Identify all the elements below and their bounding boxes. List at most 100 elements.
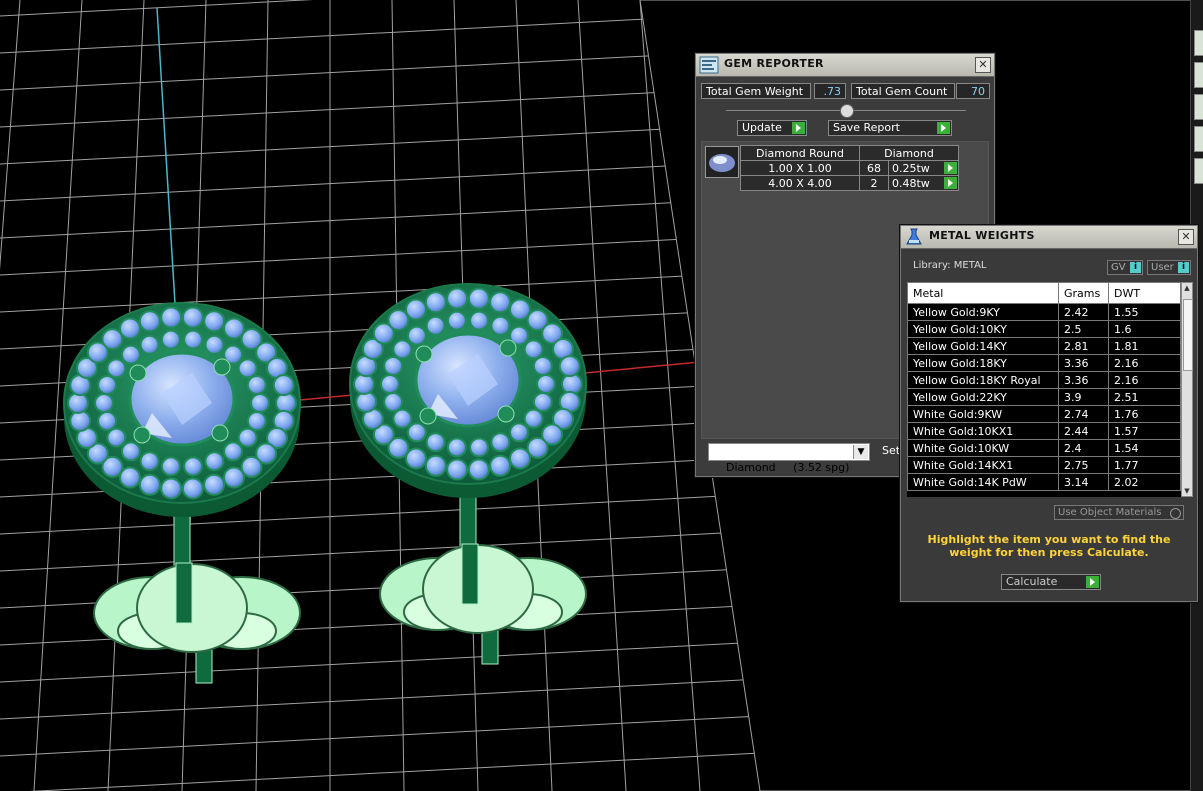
play-icon[interactable] — [944, 162, 957, 174]
metal-cell-grams: 3.9 — [1058, 388, 1109, 406]
grid-line — [0, 678, 761, 720]
small-diamond — [237, 358, 258, 379]
play-icon[interactable] — [944, 177, 957, 189]
metal-weights-titlebar[interactable]: METAL WEIGHTS ✕ — [901, 226, 1197, 249]
small-diamond — [355, 390, 378, 413]
small-diamond — [67, 392, 89, 414]
small-diamond — [237, 427, 258, 448]
play-icon — [792, 122, 805, 134]
gem-count: 2 — [859, 175, 889, 191]
small-diamond — [203, 310, 226, 333]
column-header-grams[interactable]: Grams — [1058, 282, 1109, 304]
gem-table-header-material: Diamond — [859, 145, 959, 161]
column-header-dwt[interactable]: DWT — [1108, 282, 1181, 304]
metal-row[interactable]: White Gold:14KX1 2.75 1.77 — [907, 456, 1181, 474]
gem-reporter-titlebar[interactable]: GEM REPORTER ✕ — [696, 54, 994, 77]
small-diamond — [160, 477, 183, 500]
small-diamond — [223, 441, 244, 462]
metal-cell-metal: Yellow Gold:22KY — [907, 388, 1059, 406]
grid-line — [0, 86, 761, 128]
small-diamond — [383, 392, 404, 413]
prong — [211, 424, 229, 442]
gem-row[interactable]: 4.00 X 4.00 2 0.48tw — [740, 175, 959, 191]
small-diamond — [181, 477, 204, 500]
gem-row[interactable]: 1.00 X 1.00 68 0.25tw — [740, 160, 959, 176]
metal-cell-grams: 2.44 — [1058, 422, 1109, 440]
prong — [497, 405, 515, 423]
metal-cell-dwt: 2.02 — [1108, 473, 1181, 491]
metal-cell-grams: 2.5 — [1058, 320, 1109, 338]
toolbar-thumb-5[interactable] — [1194, 158, 1203, 184]
close-icon[interactable]: ✕ — [1178, 229, 1194, 245]
metal-row[interactable]: Yellow Gold:18KY 3.36 2.16 — [907, 354, 1181, 372]
small-diamond — [119, 466, 141, 489]
metal-row[interactable]: White Gold:10KW 2.4 1.54 — [907, 439, 1181, 457]
save-report-button[interactable]: Save Report — [828, 120, 952, 136]
calculate-button[interactable]: Calculate — [1001, 574, 1101, 590]
flask-icon — [906, 228, 922, 245]
grid-line — [0, 271, 761, 313]
use-object-materials-label: Use Object Materials — [1058, 507, 1162, 518]
chevron-down-icon[interactable]: ▼ — [853, 445, 868, 459]
close-icon[interactable]: ✕ — [975, 57, 991, 73]
toolbar-thumb-1[interactable] — [1194, 30, 1203, 56]
metal-cell-grams: 3.36 — [1058, 354, 1109, 372]
material-select-value: Diamond (3.52 spg) — [726, 461, 850, 474]
save-report-label: Save Report — [833, 121, 900, 134]
metal-cell-grams: 2.74 — [1058, 405, 1109, 423]
metal-row[interactable]: Yellow Gold:14KY 2.81 1.81 — [907, 337, 1181, 355]
small-diamond — [446, 310, 467, 331]
gem-reporter-icon — [699, 56, 719, 74]
metal-row[interactable]: Yellow Gold:10KY 2.5 1.6 — [907, 320, 1181, 338]
small-diamond — [392, 408, 413, 429]
small-diamond — [446, 458, 469, 481]
small-diamond — [489, 454, 512, 477]
small-diamond — [489, 291, 512, 314]
metal-row[interactable]: White Gold:10KX1 2.44 1.57 — [907, 422, 1181, 440]
grid-line — [0, 123, 761, 165]
toolbar-thumb-2[interactable] — [1194, 62, 1203, 88]
prong — [499, 339, 517, 357]
slider-handle[interactable] — [840, 104, 854, 118]
small-diamond — [160, 456, 181, 477]
scroll-down-arrow[interactable]: ▼ — [1182, 486, 1192, 496]
metal-cell-metal: White Gold:14K PdW — [907, 473, 1059, 491]
update-label: Update — [742, 121, 782, 134]
gem-table: Diamond Round Diamond 1.00 X 1.00 68 0.2… — [740, 145, 959, 191]
small-diamond — [160, 329, 181, 350]
metal-weights-title: METAL WEIGHTS — [929, 229, 1035, 242]
metal-cell-grams: 2.75 — [1058, 456, 1109, 474]
metal-cell-grams: 2.81 — [1058, 337, 1109, 355]
user-button[interactable]: User i — [1147, 260, 1191, 275]
metal-row[interactable]: White Gold:9KW 2.74 1.76 — [907, 405, 1181, 423]
small-diamond — [139, 334, 160, 355]
column-header-metal[interactable]: Metal — [907, 282, 1059, 304]
metal-cell-metal: White Gold:9KW — [907, 405, 1059, 423]
scroll-thumb[interactable] — [1183, 299, 1193, 371]
update-button[interactable]: Update — [737, 120, 807, 136]
small-diamond — [380, 374, 400, 394]
small-diamond — [467, 458, 490, 481]
toolbar-thumb-3[interactable] — [1194, 94, 1203, 120]
material-select[interactable]: Diamond (3.52 spg) ▼ — [708, 443, 870, 474]
gv-label: GV — [1111, 262, 1126, 273]
small-diamond — [383, 355, 404, 376]
metal-cell-grams: 2.4 — [1058, 439, 1109, 457]
prong — [133, 426, 151, 444]
metal-cell-metal: Yellow Gold:10KY — [907, 320, 1059, 338]
metal-row[interactable]: Yellow Gold:18KY Royal 3.36 2.16 — [907, 371, 1181, 389]
use-object-materials-toggle[interactable]: Use Object Materials — [1054, 505, 1184, 520]
metal-row[interactable]: White Gold:14K PdW 3.14 2.02 — [907, 473, 1181, 491]
metal-list-scrollbar[interactable]: ▲ ▼ — [1181, 282, 1193, 497]
gv-button[interactable]: GV i — [1107, 260, 1143, 275]
grid-line — [0, 197, 761, 239]
play-icon — [1086, 576, 1099, 588]
earring-post — [461, 543, 479, 605]
small-diamond — [523, 339, 544, 360]
metal-row[interactable]: Yellow Gold:22KY 3.9 2.51 — [907, 388, 1181, 406]
metal-list[interactable]: Metal Grams DWT Yellow Gold:9KY 2.42 1.55 Y… — [907, 282, 1181, 497]
toolbar-thumb-4[interactable] — [1194, 126, 1203, 152]
metal-row[interactable]: Yellow Gold:9KY 2.42 1.55 — [907, 303, 1181, 321]
total-gem-weight-label: Total Gem Weight — [701, 83, 811, 99]
scroll-up-arrow[interactable]: ▲ — [1182, 283, 1192, 293]
